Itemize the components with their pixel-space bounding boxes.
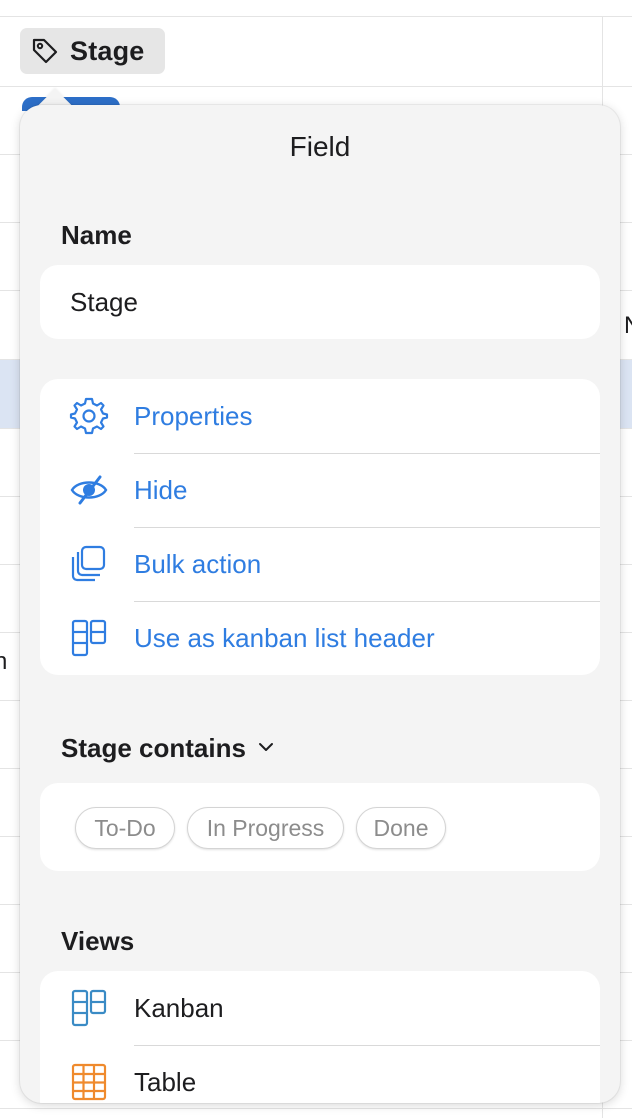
stage-contains-toggle[interactable]: Stage contains	[61, 733, 274, 764]
bulk-action-menu-item[interactable]: Bulk action	[40, 527, 600, 601]
bulk-action-label: Bulk action	[134, 548, 262, 579]
column-header-stage[interactable]: Stage	[20, 28, 165, 74]
kanban-header-menu-item[interactable]: Use as kanban list header	[40, 601, 600, 675]
column-header-label: Stage	[70, 35, 145, 66]
stage-values-card: To-Do In Progress Done	[40, 783, 600, 871]
table-gridline	[0, 1108, 632, 1109]
views-card: Kanban Table	[40, 971, 600, 1103]
view-kanban-label: Kanban	[134, 992, 224, 1023]
view-item-table[interactable]: Table	[40, 1045, 600, 1103]
stage-value-pill: Done	[356, 807, 446, 849]
actions-card: Properties Hide Bulk action Use as kanba…	[40, 379, 600, 675]
gear-icon	[69, 397, 109, 435]
name-field-value[interactable]: Stage	[70, 287, 138, 318]
table-icon	[70, 1063, 108, 1101]
stage-contains-label: Stage contains	[61, 733, 246, 763]
chevron-down-icon	[258, 740, 274, 758]
tag-icon	[30, 36, 60, 66]
view-table-label: Table	[134, 1066, 197, 1097]
eye-slash-icon	[70, 471, 108, 509]
stacked-squares-icon	[70, 545, 108, 583]
clipped-cell-text: n	[0, 648, 8, 675]
view-item-kanban[interactable]: Kanban	[40, 971, 600, 1045]
hide-menu-item[interactable]: Hide	[40, 453, 600, 527]
name-field[interactable]: Stage	[40, 265, 600, 339]
kanban-icon	[70, 619, 108, 657]
stage-value-pill: To-Do	[75, 807, 175, 849]
popover-title: Field	[289, 131, 351, 162]
properties-menu-item[interactable]: Properties	[40, 379, 600, 453]
name-section-label: Name	[61, 220, 132, 250]
views-section-label: Views	[61, 926, 135, 956]
kanban-icon	[70, 989, 108, 1027]
kanban-header-label: Use as kanban list header	[134, 622, 435, 653]
properties-label: Properties	[134, 400, 253, 431]
table-gridline	[0, 16, 632, 17]
hide-label: Hide	[134, 474, 188, 505]
field-popover: Field Name Stage Properties Hide Bulk ac…	[20, 105, 620, 1103]
clipped-cell-text: N	[624, 312, 632, 340]
table-gridline	[0, 86, 632, 87]
stage-value-pill: In Progress	[187, 807, 344, 849]
